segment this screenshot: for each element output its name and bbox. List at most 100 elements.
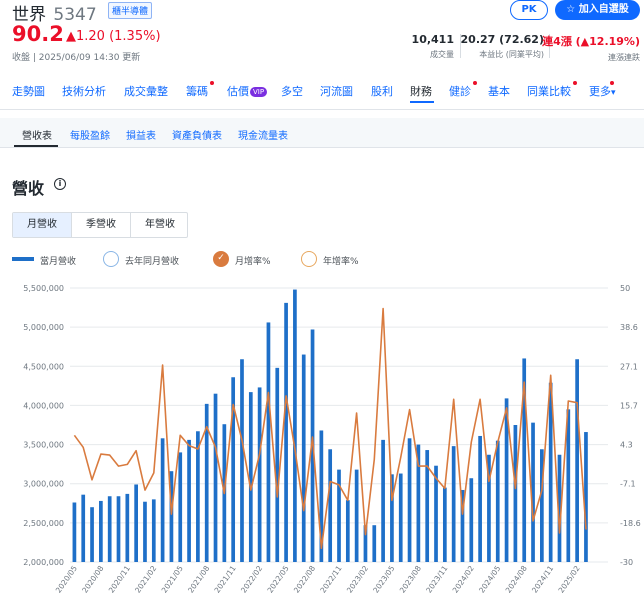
y2-tick-label: -7.1 [620,480,636,489]
notification-dot [210,81,214,85]
y2-tick-label: 27.1 [620,362,638,371]
nav-item-label: 同業比較 [527,85,571,98]
revenue-bar [125,493,130,562]
revenue-bar [99,500,103,562]
x-tick-label: 2022/02 [239,564,264,593]
nav-item-summary[interactable]: 成交彙整 [124,83,168,99]
stat-value: 20.27 (72.62) [460,33,544,46]
legend-label: 當月營收 [40,257,77,267]
price-change: ▲1.20 (1.35%) [66,29,161,44]
revenue-bar [442,487,447,562]
revenue-bar [266,322,271,562]
nav-item-peers[interactable]: 同業比較 [527,81,577,99]
main-nav: 走勢圖 技術分析 成交彙整 籌碼 估價 VIP 多空 河流圖 股利 財務 健診 基… [0,81,644,105]
nav-item-longshort[interactable]: 多空 [281,83,303,99]
revenue-bar [293,289,297,562]
revenue-bar [372,525,377,562]
revenue-bar [90,507,94,562]
notification-dot [473,81,477,85]
pk-button[interactable]: PK [510,0,548,20]
revenue-bar [478,435,482,562]
y-tick-label: 2,000,000 [23,558,64,567]
x-tick-label: 2022/08 [292,564,317,593]
nav-item-financial[interactable]: 財務 [410,83,432,99]
nav-item-health[interactable]: 健診 [449,81,477,99]
revenue-bar [398,473,403,562]
revenue-bar [584,432,588,562]
y-tick-label: 3,500,000 [23,441,64,450]
stat-volume: 10,411 成交量 [412,33,454,60]
nav-item-technical[interactable]: 技術分析 [62,83,106,99]
period-yearly-button[interactable]: 年營收 [131,213,189,237]
stock-price: 90.2 [12,22,64,46]
tab-cash-flow[interactable]: 現金流量表 [238,127,288,142]
checkmark-icon: ✓ [213,251,229,267]
close-note: 收盤 | 2025/06/09 14:30 更新 [12,53,141,63]
nav-divider [0,109,644,110]
stat-label: 本益比 (同業平均) [479,50,544,59]
nav-item-dividend[interactable]: 股利 [371,83,393,99]
sub-tab-active-indicator [14,145,58,147]
x-tick-label: 2021/02 [133,564,158,593]
revenue-bar [178,452,183,562]
nav-item-trend[interactable]: 走勢圖 [12,83,45,99]
x-tick-label: 2021/05 [160,564,185,593]
revenue-bar [72,502,77,562]
unchecked-circle-icon [103,251,119,267]
revenue-bar [240,359,244,562]
chevron-down-icon: ▾ [611,88,616,98]
nav-item-more[interactable]: 更多▾ [589,81,616,99]
nav-item-basic[interactable]: 基本 [488,83,510,99]
revenue-bar [116,496,121,562]
nav-item-valuation[interactable]: 估價 VIP [227,83,268,99]
legend-monthly-revenue[interactable]: 當月營收 [12,254,76,267]
y-tick-label: 2,500,000 [23,519,64,528]
legend-yoy-growth[interactable]: 年增率% [301,251,359,267]
tab-income-statement[interactable]: 損益表 [126,127,156,142]
revenue-bar [213,393,218,562]
x-tick-label: 2024/05 [477,564,502,593]
revenue-bar [354,469,359,562]
x-tick-label: 2023/05 [371,564,396,593]
stat-pe: 20.27 (72.62) 本益比 (同業平均) [461,33,544,60]
revenue-bar [328,449,333,562]
legend-mom-growth[interactable]: ✓ 月增率% [213,251,271,267]
legend-last-year-revenue[interactable]: 去年同月營收 [103,251,179,267]
x-tick-label: 2020/08 [80,564,105,593]
period-quarterly-button[interactable]: 季營收 [72,213,130,237]
y-tick-label: 5,500,000 [23,284,64,293]
revenue-bar [513,425,518,562]
x-tick-label: 2023/02 [345,564,370,593]
nav-item-chips[interactable]: 籌碼 [186,81,214,99]
revenue-bar [160,438,165,562]
revenue-bar [257,387,262,562]
revenue-bar [134,484,138,562]
nav-item-label: 更多 [589,85,611,98]
x-tick-label: 2020/05 [54,564,79,593]
legend-label: 年增率% [323,257,359,267]
nav-item-river[interactable]: 河流圖 [320,83,353,99]
x-tick-label: 2025/02 [557,564,582,593]
revenue-bar [575,359,579,562]
y-tick-label: 5,000,000 [23,323,64,332]
y2-tick-label: 38.6 [620,323,638,332]
x-tick-label: 2023/08 [398,564,423,593]
y2-tick-label: 50 [620,284,630,293]
y-tick-label: 3,000,000 [23,480,64,489]
info-icon[interactable]: i [54,178,66,190]
y2-tick-label: 15.7 [620,401,638,410]
period-monthly-button[interactable]: 月營收 [13,213,71,237]
tab-eps[interactable]: 每股盈餘 [70,127,110,142]
revenue-bar [301,354,306,562]
tab-balance-sheet[interactable]: 資產負債表 [172,127,222,142]
period-toggle: 月營收 季營收 年營收 [12,212,188,238]
revenue-chart[interactable]: 5,500,000 5,000,000 4,500,000 4,000,000 3,50… [0,278,644,593]
tab-revenue[interactable]: 營收表 [22,127,52,142]
x-tick-label: 2021/11 [213,564,238,593]
stat-label: 連漲連跌 [608,53,640,62]
revenue-bar [451,446,456,562]
y-tick-label: 4,000,000 [23,401,64,410]
industry-tag[interactable]: 櫃半導體 [108,2,153,19]
revenue-bar [196,431,200,562]
add-watchlist-button[interactable]: ☆ 加入自選股 [555,0,640,20]
